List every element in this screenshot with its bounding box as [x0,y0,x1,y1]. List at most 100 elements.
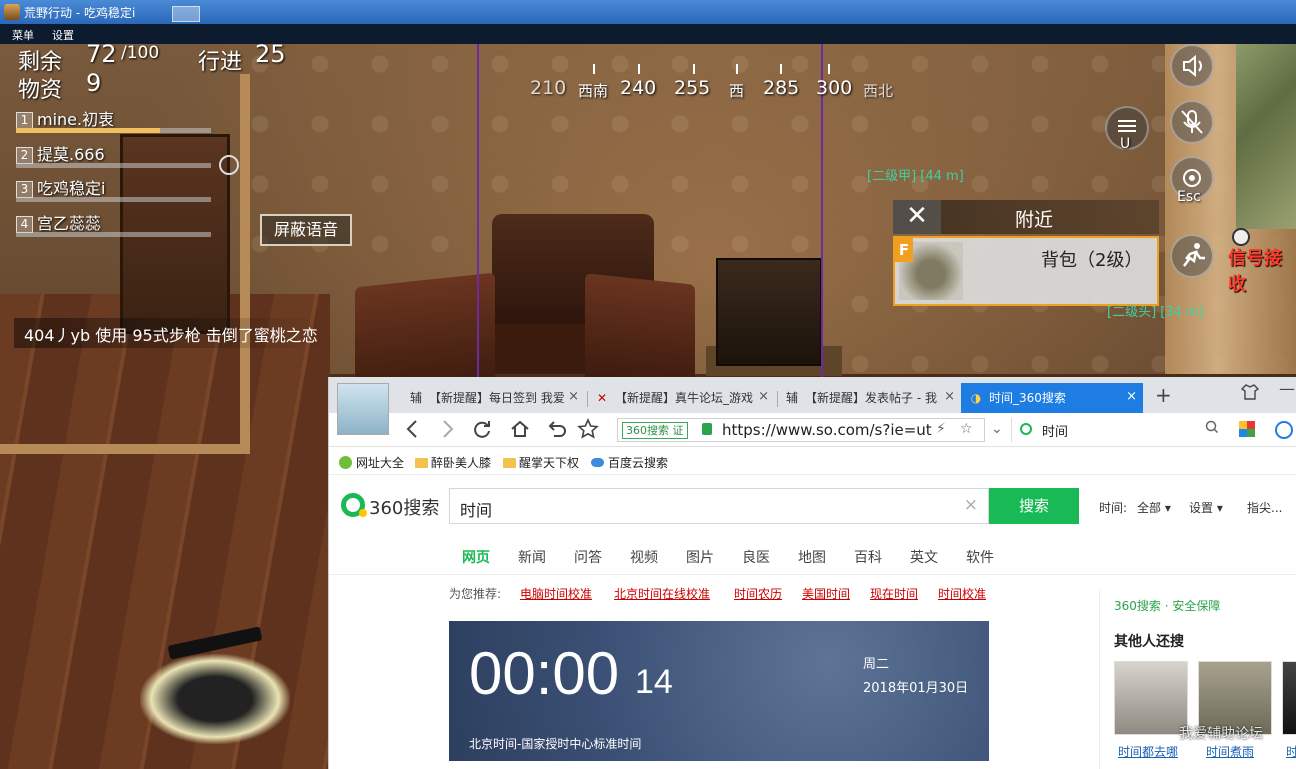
forward-icon[interactable] [439,418,455,445]
browser-tabbar: 辅【新提醒】每日签到 我爱 × ✕ 【新提醒】真牛论坛_游戏 × 辅【新提醒】发表… [329,377,1296,435]
vertical-nav: 网页 新闻 问答 视频 图片 良医 地图 百科 英文 软件 [329,537,1296,575]
url-text[interactable]: https://www.so.com/s?ie=ut [722,421,932,439]
tab-close-icon[interactable]: × [568,389,579,404]
nav-tab-software[interactable]: 软件 [966,547,994,567]
main-search-value[interactable]: 时间 [460,497,492,521]
bookmark-cloud-search[interactable]: 百度云搜索 [591,454,668,471]
recommend-label: 为您推荐: [449,587,502,601]
recommend-link[interactable]: 电脑时间校准 [520,585,592,602]
security-shield-icon[interactable] [1275,421,1293,439]
related-thumbnail[interactable] [1114,661,1188,735]
undo-icon[interactable] [545,418,567,445]
speaker-icon[interactable] [1170,44,1214,88]
bookmark-nav[interactable]: 网址大全 [339,454,404,471]
remaining-value: 72 [86,44,117,68]
clear-icon[interactable]: × [964,495,978,515]
compass-tick [736,64,738,74]
recommend-link[interactable]: 时间农历 [734,585,782,602]
folder-icon [503,458,516,468]
settings-dropdown[interactable]: 设置 ▾ [1189,499,1223,516]
nav-tab-map[interactable]: 地图 [798,547,826,567]
tab-close-icon[interactable]: × [944,389,955,404]
skin-shirt-icon[interactable] [1240,383,1260,405]
supplies-value: 9 [86,69,102,97]
tab-forum[interactable]: ✕ 【新提醒】真牛论坛_游戏 × [591,383,775,413]
tab-close-icon[interactable]: × [758,389,769,404]
steering-wheel-icon [219,155,239,175]
back-icon[interactable] [405,418,421,445]
nav-tab-web[interactable]: 网页 [462,547,490,567]
nav-tab-video[interactable]: 视频 [630,547,658,567]
compass-label: 210 [530,77,567,99]
remaining-total: /100 [121,44,160,63]
compass-label: 西南 [578,82,609,100]
nav-tab-qa[interactable]: 问答 [574,547,602,567]
nav-tab-english[interactable]: 英文 [910,547,938,567]
tab-time-search[interactable]: ◑ 时间_360搜索 × [961,383,1143,413]
nearby-close-button[interactable]: ✕ [893,200,941,234]
hp-bar [16,163,211,168]
recommend-link[interactable]: 现在时间 [870,585,918,602]
related-title: 其他人还搜 [1114,634,1184,650]
microphone-muted-icon[interactable] [1170,100,1214,144]
team-name: mine.初衷 [37,110,115,129]
recommend-link[interactable]: 美国时间 [802,585,850,602]
nav-tab-news[interactable]: 新闻 [518,547,546,567]
toolbar-search-input[interactable]: 时间 [1011,418,1225,442]
url-field[interactable]: 360搜索 证 https://www.so.com/s?ie=ut ⚡ ☆ [617,418,985,442]
team-member-1: 1 mine.初衷 [16,106,211,136]
nav-tab-doctor[interactable]: 良医 [742,547,770,567]
compass-tick [828,64,830,74]
toolbar-search-value[interactable]: 时间 [1042,421,1068,440]
main-search-input[interactable]: 时间 × [449,488,989,524]
clock-time: 00:00 [469,640,620,707]
search-logo[interactable]: 360搜索 [369,494,439,520]
tab-title: 时间_360搜索 [989,391,1066,405]
search-button[interactable]: 搜索 [989,488,1079,524]
nav-tab-images[interactable]: 图片 [686,547,714,567]
more-link[interactable]: 指尖... [1247,499,1282,516]
apps-grid-icon[interactable] [1239,421,1255,437]
sprint-icon[interactable] [1170,234,1214,278]
compass-label: 285 [763,77,800,99]
tab-post[interactable]: 辅【新提醒】发表帖子 - 我 × [781,383,961,413]
related-caption[interactable]: 时间都去哪 [1118,743,1178,760]
menu-item-settings[interactable]: 设置 [52,27,74,43]
tab-checkin[interactable]: 辅【新提醒】每日签到 我爱 × [401,383,585,413]
related-caption[interactable]: 时间煮雨 [1206,743,1254,760]
tab-favicon: ◑ [970,391,982,405]
lightning-icon[interactable]: ⚡ [936,421,946,437]
bookmarks-bar: 网址大全 醉卧美人膝 醒掌天下权 百度云搜索 [329,447,1296,475]
favorite-star-icon[interactable] [577,418,599,445]
minimap[interactable] [1236,44,1296,229]
refresh-icon[interactable] [471,418,493,445]
mute-voice-button[interactable]: 屏蔽语音 [260,214,352,246]
search-icon[interactable] [1205,420,1219,438]
related-caption[interactable]: 时 [1286,743,1296,760]
minimize-icon[interactable]: — [1279,379,1295,398]
chevron-down-icon[interactable]: ⌄ [991,421,1003,437]
loot-item-backpack[interactable]: F 背包（2级） [893,236,1159,306]
bookmark-label: 网址大全 [356,456,405,470]
nav-tab-baike[interactable]: 百科 [854,547,882,567]
compass-label: 西北 [863,82,894,100]
recommend-link[interactable]: 时间校准 [938,585,986,602]
compass: 210 西南 240 255 西 285 300 西北 [530,64,910,100]
new-tab-button[interactable]: + [1155,383,1172,407]
home-icon[interactable] [509,418,531,445]
filter-time-dropdown[interactable]: 全部 ▾ [1137,499,1171,516]
related-thumbnail[interactable] [1282,661,1296,735]
tab-favicon: ✕ [596,391,608,405]
tab-close-icon[interactable]: × [1126,389,1137,404]
bookmark-star-icon[interactable]: ☆ [960,421,973,437]
menu-item-menu[interactable]: 菜单 [12,27,34,43]
browser-window: 辅【新提醒】每日签到 我爱 × ✕ 【新提醒】真牛论坛_游戏 × 辅【新提醒】发表… [328,377,1296,769]
hp-fill [16,128,161,133]
bookmark-folder-2[interactable]: 醒掌天下权 [503,454,579,471]
team-num: 2 [16,147,33,164]
recommend-link[interactable]: 北京时间在线校准 [614,585,710,602]
team-member-2: 2 提莫.666 [16,141,211,171]
clock-seconds: 14 [635,663,673,701]
hp-bar [16,232,211,237]
bookmark-folder-1[interactable]: 醉卧美人膝 [415,454,491,471]
